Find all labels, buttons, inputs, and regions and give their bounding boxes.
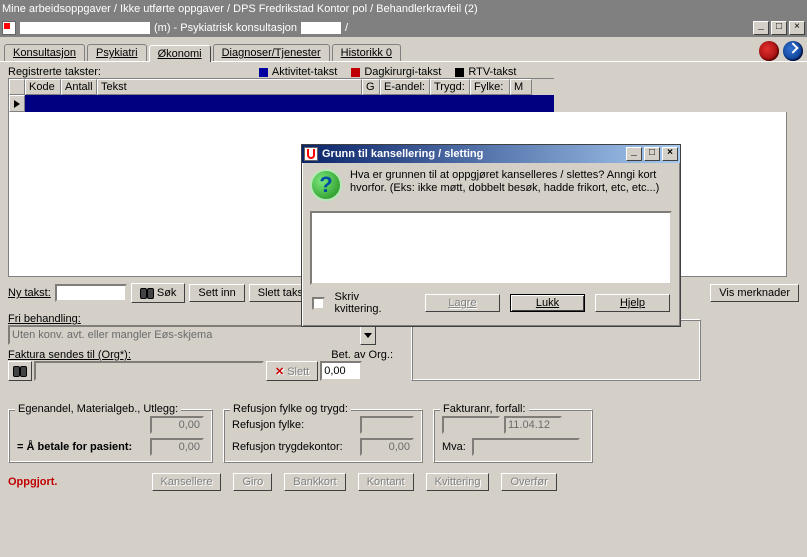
legend-aktivitet: Aktivitet-takst [272, 66, 337, 78]
mva-label: Mva: [442, 441, 466, 453]
app-icon [2, 21, 16, 35]
fakturanr-legend: Fakturanr, forfall: [440, 403, 529, 415]
faktura-label: Faktura sendes til (Org*): [8, 349, 131, 361]
faktura-slett-button: ✕Slett [266, 361, 318, 381]
bet-av-org-label: Bet. av Org.: [331, 349, 393, 361]
overfor-button: Overfør [501, 473, 556, 491]
legend-dagkirurgi-color [351, 68, 360, 77]
betale-label: = Å betale for pasient: [17, 441, 132, 453]
dialog-titlebar[interactable]: Grunn til kansellering / sletting _ □ × [302, 145, 680, 163]
egenandel-value [150, 416, 204, 434]
refusjon-fylke-label: Refusjon fylke: [232, 419, 304, 431]
takster-grid-header: Kode Antall Tekst G E-andel: Trygd: Fylk… [8, 78, 554, 95]
x-icon: ✕ [275, 366, 284, 378]
fri-behandling-dropdown-icon[interactable] [360, 325, 376, 345]
breadcrumb: Mine arbeidsoppgaver / Ikke utførte oppg… [0, 0, 807, 19]
dialog-reason-input[interactable] [310, 211, 672, 285]
betale-value [150, 438, 204, 456]
tab-psykiatri[interactable]: Psykiatri [87, 44, 147, 61]
status-text: Oppgjort. [8, 476, 58, 488]
faktura-field [34, 361, 264, 381]
sok-button[interactable]: Søk [131, 283, 186, 303]
legend-dagkirurgi: Dagkirurgi-takst [364, 66, 441, 78]
skriv-kvittering-label[interactable]: Skriv kvittering. [335, 291, 406, 315]
egenandel-legend: Egenandel, Materialgeb., Utlegg: [15, 403, 181, 415]
col-g[interactable]: G [362, 79, 380, 95]
bet-av-org-field [320, 361, 362, 381]
dialog-lagre-button: Lagre [425, 294, 500, 312]
dialog-hjelp-button[interactable]: Hjelp [595, 294, 670, 312]
forfall-date [504, 416, 562, 434]
window-title-suffix: / [345, 19, 348, 37]
tab-konsultasjon[interactable]: Konsultasjon [4, 44, 85, 61]
tab-diagnoser[interactable]: Diagnoser/Tjenester [213, 44, 330, 61]
ny-takst-input[interactable] [55, 284, 127, 302]
dialog-lukk-button[interactable]: Lukk [510, 294, 585, 312]
ny-takst-label: Ny takst: [8, 287, 51, 299]
legend-aktivitet-color [259, 68, 268, 77]
maximize-button[interactable]: □ [771, 21, 787, 35]
refusjon-trygd-label: Refusjon trygdekontor: [232, 441, 343, 453]
col-kode[interactable]: Kode [25, 79, 61, 95]
kansellere-button: Kansellere [152, 473, 222, 491]
takster-label: Registrerte takster: [8, 66, 101, 78]
tab-okonomi[interactable]: Økonomi [149, 45, 211, 62]
redacted-block [20, 22, 150, 34]
question-icon: ? [310, 169, 342, 201]
dialog-close-button[interactable]: × [662, 147, 678, 161]
minimize-button[interactable]: _ [753, 21, 769, 35]
dialog-kansellering: Grunn til kansellering / sletting _ □ × … [301, 144, 681, 327]
dialog-title-text: Grunn til kansellering / sletting [322, 145, 483, 163]
fri-behandling-field[interactable] [8, 325, 360, 345]
refresh-icon[interactable] [783, 41, 803, 61]
giro-button: Giro [233, 473, 272, 491]
tab-historikk[interactable]: Historikk 0 [332, 44, 401, 61]
dialog-minimize-button[interactable]: _ [626, 147, 642, 161]
dialog-message: Hva er grunnen til at oppgjøret kanselle… [350, 169, 659, 201]
close-button[interactable]: × [789, 21, 805, 35]
col-trygd[interactable]: Trygd: [430, 79, 470, 95]
refusjon-trygd-value [360, 438, 414, 456]
binoculars-icon [140, 286, 154, 300]
tabs: Konsultasjon Psykiatri Økonomi Diagnoser… [0, 37, 807, 61]
refusjon-fylke-value [360, 416, 414, 434]
fri-behandling-label: Fri behandling: [8, 313, 81, 325]
red-ball-icon[interactable] [759, 41, 779, 61]
col-antall[interactable]: Antall [61, 79, 97, 95]
takster-grid-selected-row[interactable] [8, 95, 554, 112]
redacted-block [301, 22, 341, 34]
col-tekst[interactable]: Tekst [97, 79, 362, 95]
binoculars-icon [13, 364, 27, 378]
dialog-maximize-button[interactable]: □ [644, 147, 660, 161]
vis-merknader-button[interactable]: Vis merknader [710, 284, 799, 302]
window-titlebar: (m) - Psykiatrisk konsultasjon / _ □ × [0, 19, 807, 37]
window-title: (m) - Psykiatrisk konsultasjon [154, 19, 297, 37]
kvittering-button: Kvittering [426, 473, 490, 491]
mva-value [472, 438, 580, 456]
refusjon-legend: Refusjon fylke og trygd: [230, 403, 351, 415]
col-fylke[interactable]: Fylke: [470, 79, 510, 95]
dialog-app-icon [304, 147, 318, 161]
kontant-button: Kontant [358, 473, 414, 491]
col-eandel[interactable]: E-andel: [380, 79, 430, 95]
fakturanr-value [442, 416, 500, 434]
faktura-lookup-button[interactable] [8, 361, 32, 381]
col-m[interactable]: M [510, 79, 532, 95]
sett-inn-button[interactable]: Sett inn [189, 284, 244, 302]
skriv-kvittering-checkbox[interactable] [312, 297, 325, 310]
legend-rtv: RTV-takst [468, 66, 516, 78]
bankkort-button: Bankkort [284, 473, 345, 491]
row-indicator-icon [9, 95, 25, 112]
legend-rtv-color [455, 68, 464, 77]
